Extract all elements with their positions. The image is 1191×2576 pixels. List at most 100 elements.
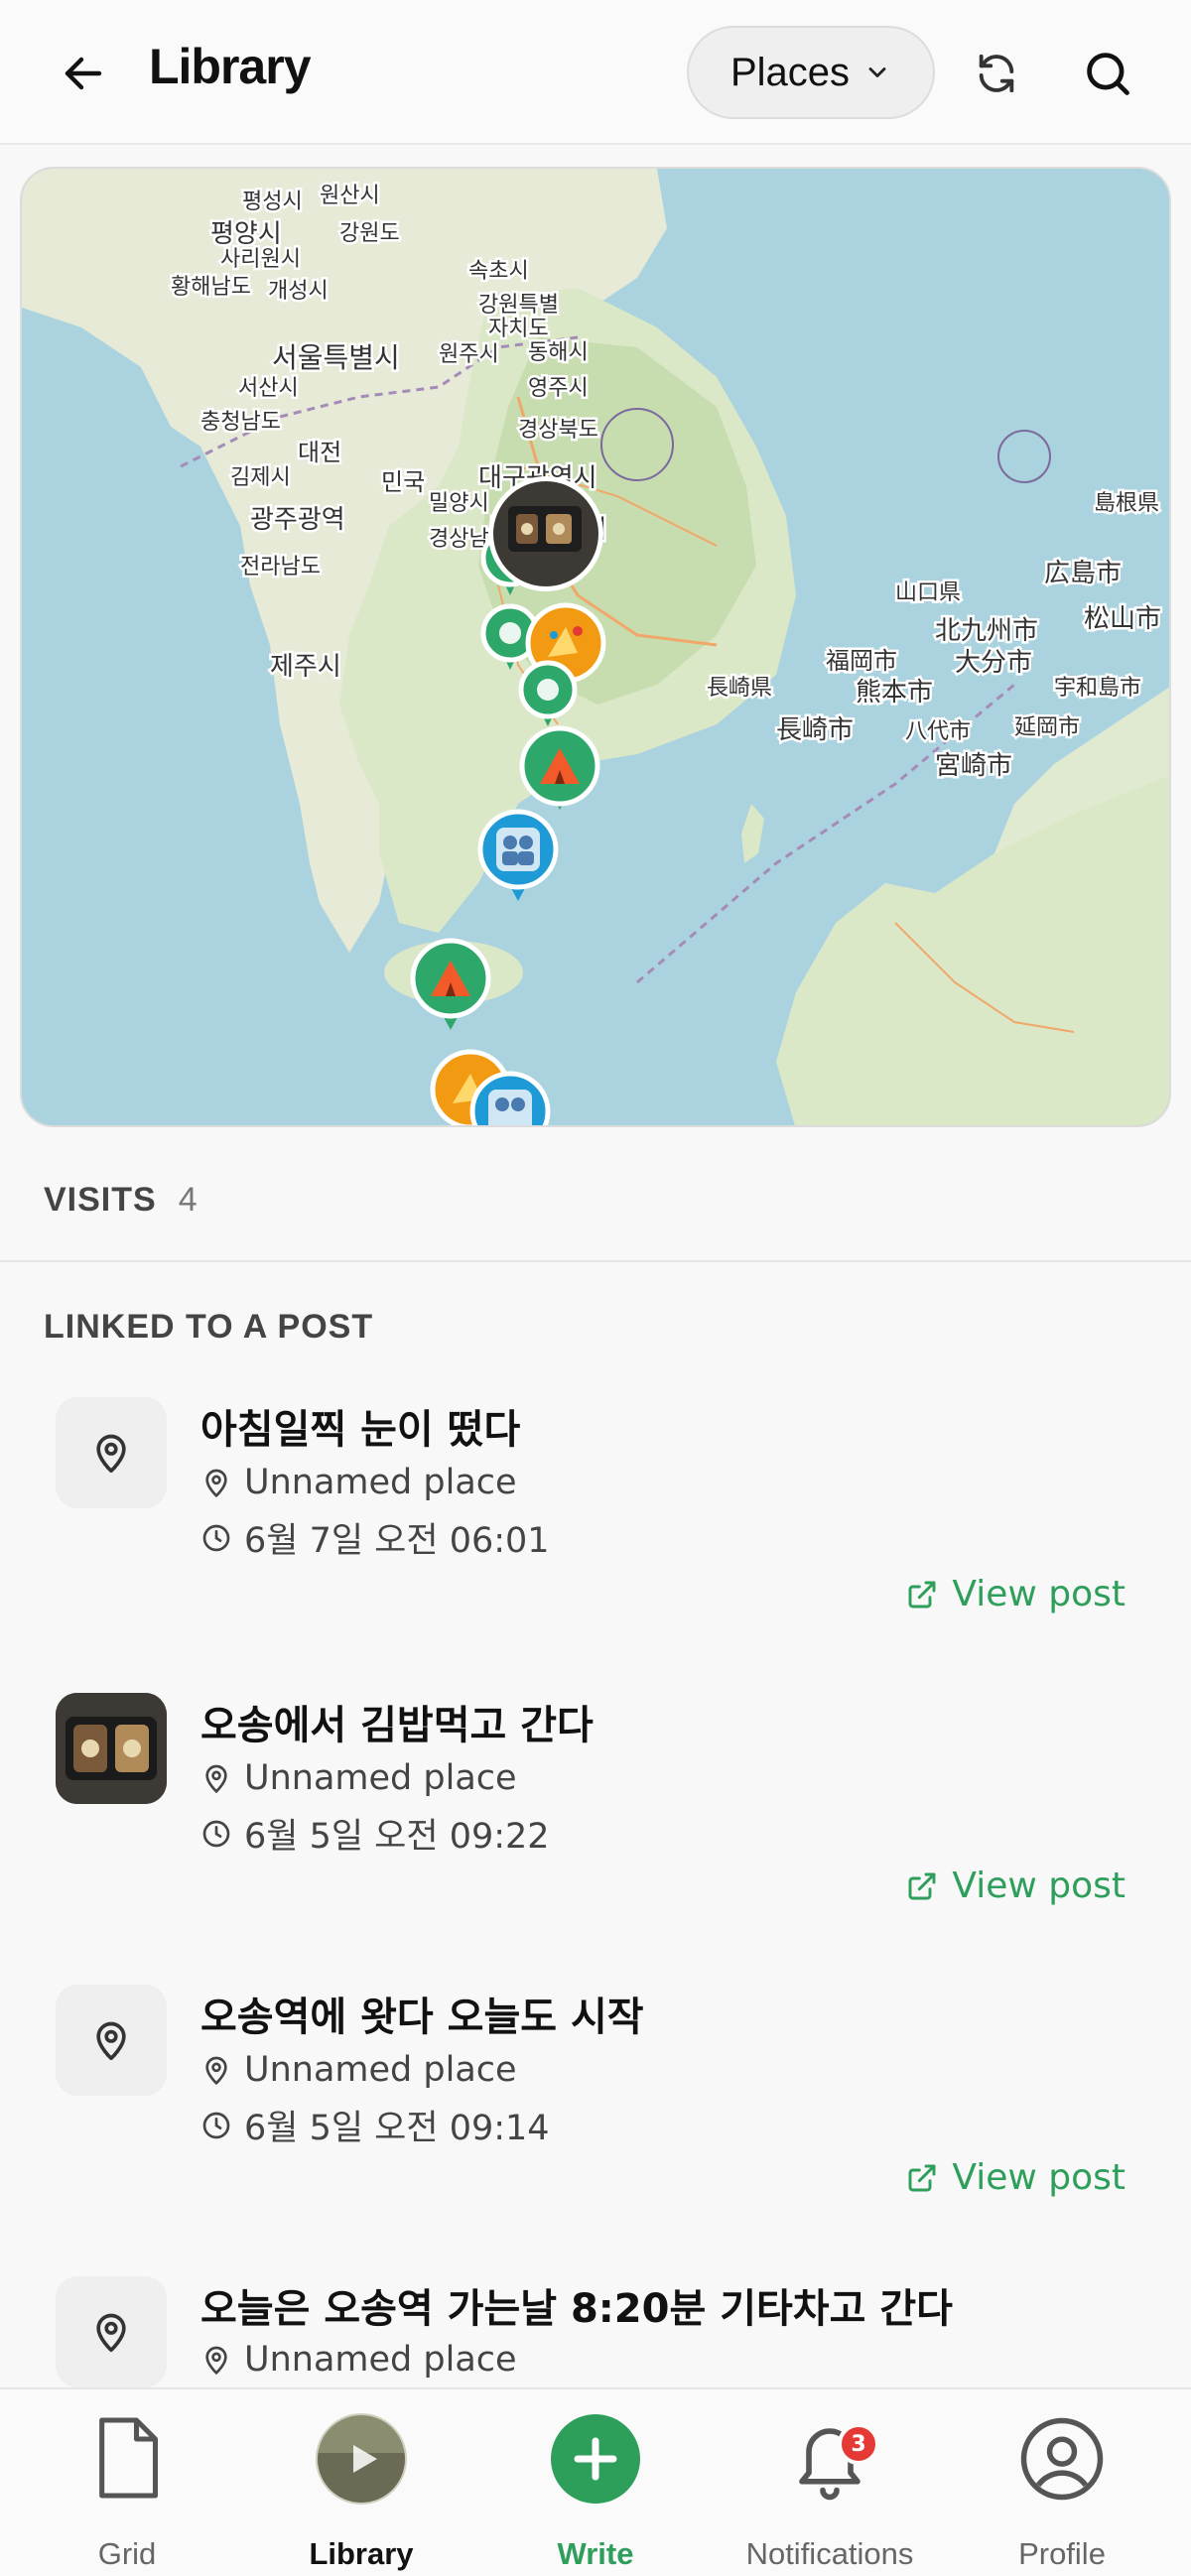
map-pin-icon [205,2346,227,2376]
view-post-label: View post [952,1574,1125,1614]
visit-time: 6월 5일 오전 09:22 [244,1817,550,1857]
avatar [316,2413,407,2505]
search-button[interactable] [1074,40,1141,107]
post-title: 오송에서 김밥먹고 간다 [200,1703,594,1748]
place-row: Unnamed place [200,2340,517,2380]
map-label: 강원특별 [478,293,559,318]
map-label: 島根県 [1094,491,1159,516]
map-label: 평성시 [242,190,303,214]
map-pin-icon [205,2056,227,2086]
places-filter-label: Places [729,50,851,94]
external-link-icon [908,2164,936,2191]
visits-number: 4 [178,1181,198,1219]
map-label: 北九州市 [935,616,1038,646]
time-row: 6월 5일 오전 09:22 [200,1808,550,1859]
document-icon [99,2417,159,2499]
map-label: 대전 [298,439,341,466]
search-icon [1087,53,1129,95]
visit-time: 6월 7일 오전 06:01 [244,1521,550,1561]
view-post-link[interactable]: View post [906,1866,1125,1906]
place-thumbnail [56,1985,167,2096]
map-label: 山口県 [895,580,961,605]
refresh-icon [979,54,1014,93]
view-post-label: View post [952,2157,1125,2198]
arrow-left-icon [65,57,102,90]
divider [0,1260,1191,1262]
place-row: Unnamed place [200,1463,517,1502]
tab-grid-label: Grid [97,2536,157,2571]
map-label: 福岡市 [826,647,897,675]
map-pin-icon [96,1434,126,1474]
place-name: Unnamed place [244,2340,517,2380]
list-item[interactable]: 오늘은 오송역 가는날 8:20분 기타차고 간다 Unnamed place [0,2276,1191,2387]
tab-library[interactable]: Library [252,2413,470,2571]
plus-icon [551,2414,640,2504]
tab-notifications-label: Notifications [745,2536,914,2571]
back-button[interactable] [52,42,115,105]
map-label: 広島市 [1044,559,1122,588]
visit-time: 6월 5일 오전 09:14 [244,2109,550,2148]
map-marker-photo[interactable] [488,476,603,591]
map-label: 강원도 [339,221,400,246]
map-marker-people[interactable] [469,1071,551,1127]
visits-count: VISITS 4 [44,1181,198,1220]
places-filter-dropdown[interactable]: Places [687,26,935,119]
view-post-link[interactable]: View post [906,1574,1125,1614]
map-label: 황해남도 [171,275,251,300]
clock-icon [202,2112,230,2138]
map-label: 원주시 [439,342,499,367]
list-item[interactable]: 오송역에 왓다 오늘도 시작 Unnamed place 6월 5일 오전 09… [0,1985,1191,2272]
place-thumbnail [56,2276,167,2387]
map-pin-icon [96,2021,126,2061]
tab-grid[interactable]: Grid [18,2413,236,2571]
place-name: Unnamed place [244,1463,517,1502]
bottom-tab-bar: Grid Library Write 3 Notifications Profi… [0,2387,1191,2576]
map-label: 제주시 [270,652,341,682]
map-label: 서산시 [238,376,299,401]
map-label: 속초시 [468,259,529,284]
map-pin-icon [96,2313,126,2353]
map-label: 松山市 [1084,604,1161,634]
map-label: 宇和島市 [1054,676,1141,701]
list-item[interactable]: 오송에서 김밥먹고 간다 Unnamed place 6월 5일 오전 09:2… [0,1693,1191,1981]
time-row: 6월 7일 오전 06:01 [200,1512,550,1563]
map-label: 宮崎市 [935,751,1012,781]
section-title: LINKED TO A POST [44,1308,374,1346]
user-circle-icon [1020,2417,1104,2501]
map-label: 사리원시 [220,247,301,272]
post-title: 아침일찍 눈이 떴다 [200,1407,521,1453]
clock-icon [202,1820,230,1847]
map-label: 밀양시 [429,491,489,516]
tab-notifications[interactable]: 3 Notifications [721,2413,939,2571]
map-label: 延岡市 [1014,715,1080,740]
external-link-icon [908,1872,936,1899]
visits-label: VISITS [44,1181,157,1219]
clock-icon [202,1524,230,1551]
post-photo-thumbnail [56,1693,167,1804]
post-title: 오송역에 왓다 오늘도 시작 [200,1995,644,2040]
map-label: 熊本市 [856,678,933,708]
map-label: 충청남도 [200,410,281,435]
map-label: 전라남도 [240,555,321,580]
map-label: 경상북도 [518,418,598,443]
post-title: 오늘은 오송역 가는날 8:20분 기타차고 간다 [200,2286,953,2332]
page-title: Library [149,39,312,94]
view-post-label: View post [952,1866,1125,1906]
list-item[interactable]: 아침일찍 눈이 떴다 Unnamed place 6월 7일 오전 06:01 … [0,1397,1191,1685]
tab-profile-label: Profile [1018,2536,1106,2571]
places-map[interactable]: 평성시 원산시 평양시 강원도 사리원시 황해남도 개성시 속초시 강원특별 자치도 서울특별시 원주… [20,167,1171,1127]
map-label: 민국 [381,468,425,496]
view-post-link[interactable]: View post [906,2157,1125,2198]
map-pin-icon [205,1469,227,1498]
map-label: 평양시 [210,219,282,249]
place-name: Unnamed place [244,1758,517,1798]
map-label: 원산시 [320,184,380,208]
notification-badge: 3 [838,2423,879,2465]
external-link-icon [908,1581,936,1608]
app-header: Library Places [0,0,1191,145]
tab-profile[interactable]: Profile [953,2413,1171,2571]
map-label: 동해시 [528,340,589,365]
refresh-button[interactable] [963,40,1030,107]
tab-write[interactable]: Write [486,2413,705,2571]
map-label: 자치도 [488,317,549,341]
